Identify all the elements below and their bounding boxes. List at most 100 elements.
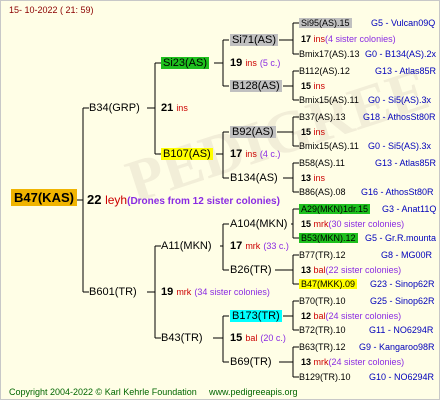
gen3-label-0: 17 ins(4 sister colonies) <box>301 32 396 46</box>
gen4-row-13[interactable]: B72(TR).10 <box>299 323 346 337</box>
gen4-info-6: G13 - Atlas85R <box>375 158 437 168</box>
gen4-row-1[interactable]: Bmix17(AS).13 <box>299 47 360 61</box>
gen2-node-0[interactable]: Si23(AS) <box>161 56 210 70</box>
gen3-tag-4: mrk <box>313 219 329 229</box>
gen4-info-9: G5 - Gr.R.mounta <box>365 233 437 243</box>
gen3-node-6[interactable]: B173(TR) <box>230 309 282 323</box>
queen-generation: 22 leyh(Drones from 12 sister colonies) <box>87 193 280 209</box>
gen4-row-0[interactable]: Si95(AS).15 <box>299 16 352 30</box>
gen3-sisters-4: (30 sister colonies) <box>328 219 405 229</box>
gen2-tag-3: bal <box>245 333 258 343</box>
gen4-name-0[interactable]: Si95(AS).15 <box>299 18 352 28</box>
gen3-tag-7: mrk <box>313 357 329 367</box>
gen3-sisters-5: (22 sister colonies) <box>325 265 402 275</box>
gen2-label-0: 19 ins (5 c.) <box>230 56 280 70</box>
gen2-name-1[interactable]: B107(AS) <box>161 148 213 160</box>
gen4-info-15: G10 - NO6294R <box>369 372 435 382</box>
gen4-info-3: G0 - Si5(AS).3x <box>368 95 432 105</box>
gen3-num-7: 13 <box>301 357 312 367</box>
gen4-row-7[interactable]: B86(AS).08 <box>299 185 346 199</box>
gen4-info-2: G13 - Atlas85R <box>375 66 437 76</box>
gen3-name-2[interactable]: B92(AS) <box>230 126 276 138</box>
gen4-row-11[interactable]: B47(MKK).09 <box>299 277 358 291</box>
gen2-num-0: 19 <box>230 57 243 69</box>
gen3-node-5[interactable]: B26(TR) <box>230 263 272 277</box>
gen4-name-11[interactable]: B47(MKK).09 <box>299 279 358 289</box>
gen3-node-3[interactable]: B134(AS) <box>230 171 278 185</box>
gen3-label-4: 15 mrk(30 sister colonies) <box>301 217 404 231</box>
gen2-label-1: 17 ins (4 c.) <box>230 147 280 161</box>
queen-gen-num: 22 <box>87 192 102 207</box>
gen3-name-1[interactable]: B128(AS) <box>230 80 282 92</box>
gen3-num-5: 13 <box>301 265 312 275</box>
gen4-info-5: G0 - Si5(AS).3x <box>368 141 432 151</box>
gen3-label-5: 13 bal(22 sister colonies) <box>301 263 401 277</box>
gen4-row-3[interactable]: Bmix15(AS).11 <box>299 93 359 107</box>
gen3-num-1: 15 <box>301 81 312 91</box>
gen4-info-14: G9 - Kangaroo98R <box>359 342 435 352</box>
pedigree-chart: PEDIGREE 15- 10-2022 (21: 59) B47(KAS) … <box>0 0 440 400</box>
gen2-sisters-1: (4 c.) <box>259 149 281 159</box>
queen-name[interactable]: B47(KAS) <box>11 189 77 206</box>
gen3-node-4[interactable]: A104(MKN) <box>230 217 287 231</box>
gen3-node-7[interactable]: B69(TR) <box>230 355 272 369</box>
gen4-info-0: G5 - Vulcan09Q <box>371 18 436 28</box>
gen4-row-4[interactable]: B37(AS).13 <box>299 110 346 124</box>
gen3-tag-3: ins <box>313 173 326 183</box>
gen4-row-14[interactable]: B63(TR).12 <box>299 340 346 354</box>
gen3-name-6[interactable]: B173(TR) <box>230 310 282 322</box>
gen2-name-0[interactable]: Si23(AS) <box>161 57 210 69</box>
gen3-tag-1: ins <box>313 81 326 91</box>
gen4-row-5[interactable]: Bmix15(AS).11 <box>299 139 359 153</box>
gen3-num-6: 12 <box>301 311 312 321</box>
gen4-info-7: G16 - AthosSt80R <box>361 187 434 197</box>
gen4-row-12[interactable]: B70(TR).10 <box>299 294 346 308</box>
gen1-label-0: 21 ins <box>161 101 188 115</box>
queen-sisters: (Drones from 12 sister colonies) <box>127 196 280 207</box>
gen2-tag-0: ins <box>245 58 257 68</box>
gen3-label-2: 15 ins <box>301 125 325 139</box>
gen2-tag-1: ins <box>245 149 257 159</box>
gen3-tag-5: bal <box>313 265 326 275</box>
gen4-name-9[interactable]: B53(MKN).12 <box>299 233 358 243</box>
gen2-num-3: 15 <box>230 332 243 344</box>
gen4-row-10[interactable]: B77(TR).12 <box>299 248 346 262</box>
gen3-num-3: 13 <box>301 173 312 183</box>
gen3-node-0[interactable]: Si71(AS) <box>230 33 279 47</box>
queen-root[interactable]: B47(KAS) <box>11 189 77 207</box>
gen3-name-0[interactable]: Si71(AS) <box>230 34 279 46</box>
gen1-node-0[interactable]: B34(GRP) <box>89 101 140 115</box>
footer-site-link[interactable]: www.pedigreeapis.org <box>209 385 298 399</box>
gen1-label-1: 19 mrk (34 sister colonies) <box>161 285 270 299</box>
gen4-row-15[interactable]: B129(TR).10 <box>299 370 351 384</box>
gen4-row-8[interactable]: A29(MKN)1dr.15 <box>299 202 371 216</box>
gen1-tag-0: ins <box>176 103 188 113</box>
gen3-node-2[interactable]: B92(AS) <box>230 125 276 139</box>
gen3-tag-2: ins <box>313 127 326 137</box>
gen1-node-1[interactable]: B601(TR) <box>89 285 137 299</box>
gen2-node-2[interactable]: A11(MKN) <box>161 239 212 253</box>
gen4-name-8[interactable]: A29(MKN)1dr.15 <box>299 204 371 214</box>
gen1-num-1: 19 <box>161 286 174 298</box>
gen2-label-3: 15 bal (20 c.) <box>230 331 286 345</box>
gen2-num-2: 17 <box>230 240 243 252</box>
gen3-sisters-0: (4 sister colonies) <box>325 34 396 44</box>
gen3-num-0: 17 <box>301 34 312 44</box>
gen3-tag-0: ins <box>313 34 326 44</box>
gen3-node-1[interactable]: B128(AS) <box>230 79 282 93</box>
gen4-info-8: G3 - Anat11Q <box>382 204 437 214</box>
gen4-row-6[interactable]: B58(AS).11 <box>299 156 345 170</box>
gen3-label-1: 15 ins <box>301 79 325 93</box>
gen4-info-12: G25 - Sinop62R <box>370 296 435 306</box>
gen2-node-3[interactable]: B43(TR) <box>161 331 203 345</box>
gen4-row-9[interactable]: B53(MKN).12 <box>299 231 358 245</box>
gen3-sisters-7: (24 sister colonies) <box>328 357 405 367</box>
gen3-tag-6: bal <box>313 311 326 321</box>
gen2-node-1[interactable]: B107(AS) <box>161 147 213 161</box>
gen4-row-2[interactable]: B112(AS).12 <box>299 64 350 78</box>
gen4-info-13: G11 - NO6294R <box>369 325 434 335</box>
gen3-label-3: 13 ins <box>301 171 325 185</box>
gen1-sisters-1: (34 sister colonies) <box>194 287 270 297</box>
footer-copyright: Copyright 2004-2022 © Karl Kehrle Founda… <box>9 387 197 397</box>
gen2-sisters-0: (5 c.) <box>259 58 281 68</box>
